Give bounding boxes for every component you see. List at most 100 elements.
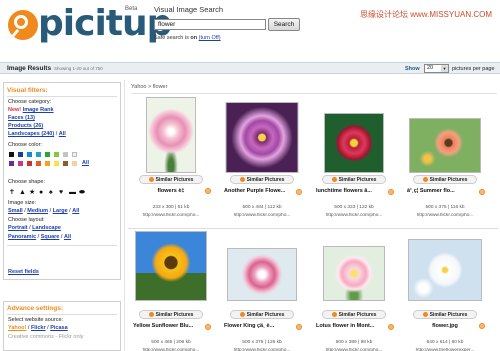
similar-pictures-button[interactable]: Similar Pictures [322,310,386,319]
advanced-settings-panel: Advance settings: Select website source:… [3,301,121,351]
heart-icon[interactable] [479,189,485,195]
category-image-rank[interactable]: Image Rank [23,107,54,113]
watermark-text: 思缘设计论坛 www.MISSYUAN.COM [360,10,493,19]
result-caption[interactable]: lunchtime flowers â... [316,188,382,194]
source-picasa[interactable]: Picasa [50,325,67,331]
color-swatch[interactable] [54,161,59,166]
result-thumbnail[interactable] [135,231,207,301]
result-source-url[interactable]: http://www.flickr.com/pho... [311,213,397,218]
size-small[interactable]: Small [8,208,23,214]
result-caption[interactable]: flower.jpg [402,323,488,329]
creative-commons-option[interactable]: Creative commons - Flickr only [8,334,84,340]
similar-label: Similar Pictures [155,177,194,183]
color-swatch[interactable] [63,152,68,157]
color-swatch[interactable] [63,161,68,166]
result-caption[interactable]: flowers è‡ [128,188,214,194]
shape-option-icon[interactable]: ▲ [19,189,26,196]
size-all[interactable]: All [72,208,79,214]
result-thumbnail[interactable] [146,97,196,173]
similar-icon [148,312,154,317]
result-source-url[interactable]: http://www.flickr.com/pho... [402,213,488,218]
shape-option-icon[interactable]: ♥ [59,189,63,196]
safe-search-toggle[interactable]: (turn Off) [199,35,221,41]
color-swatch[interactable] [18,161,23,166]
result-source-url[interactable]: http://www.flickr.com/pho... [128,213,214,218]
shape-option-icon[interactable]: ● [39,189,43,196]
result-source-url[interactable]: http://www.flickr.com/pho... [219,213,305,218]
layout-panoramic[interactable]: Panoramic [8,234,36,240]
color-all[interactable]: All [82,160,89,166]
results-count: Showing 1-20 out of 750 [54,66,103,71]
size-medium[interactable]: Medium [27,208,48,214]
color-swatch[interactable] [36,161,41,166]
result-card: Similar Pictures flower.jpg 640 x 614 | 60… [402,230,488,351]
result-caption[interactable]: å¹¸ç¦ Summer flo... [407,188,473,194]
layout-portrait[interactable]: Portrait [8,225,28,231]
source-yahoo[interactable]: Yahoo! [8,325,26,331]
similar-pictures-button[interactable]: Similar Pictures [322,175,386,184]
shape-option-icon[interactable]: ★ [29,189,35,196]
shape-option-icon[interactable]: ▬ [69,189,76,196]
result-caption[interactable]: Flower King çä¸ è... [224,323,290,329]
heart-icon[interactable] [388,324,394,330]
layout-all[interactable]: All [64,234,71,240]
result-caption[interactable]: Lotus flower in Mont... [316,323,382,329]
heart-icon[interactable] [205,324,211,330]
similar-pictures-button[interactable]: Similar Pictures [139,175,203,184]
result-meta: 500 x 484 | 112 kb [242,205,282,210]
layout-square[interactable]: Square [41,234,60,240]
result-meta: 500 x 389 | 98 kb [335,340,373,345]
category-all[interactable]: All [59,131,66,137]
color-swatch[interactable] [9,161,14,166]
source-flickr[interactable]: Flickr [31,325,46,331]
reset-fields-link[interactable]: Reset fields [8,269,39,275]
filters-title: Visual filters: [7,87,48,94]
result-caption[interactable]: Another Purple Flowe... [224,188,290,194]
similar-pictures-button[interactable]: Similar Pictures [139,310,203,319]
result-thumbnail[interactable] [323,246,385,301]
shape-option-icon[interactable]: ✝ [9,189,15,196]
shape-option-icon[interactable]: ♠ [49,189,53,196]
category-products[interactable]: Products (26) [8,123,43,129]
similar-pictures-button[interactable]: Similar Pictures [413,175,477,184]
logo-magnifier-icon[interactable] [8,10,38,40]
search-input[interactable]: flower [154,19,266,30]
result-thumbnail[interactable] [324,113,384,173]
result-thumbnail[interactable] [409,118,481,173]
similar-pictures-button[interactable]: Similar Pictures [413,310,477,319]
category-faces[interactable]: Faces (13) [8,115,35,121]
category-landscapes[interactable]: Landscapes (240) [8,131,54,137]
heart-icon[interactable] [296,324,302,330]
search-label: Visual Image Search [154,5,224,14]
result-thumbnail[interactable] [408,239,482,301]
heart-icon[interactable] [479,323,485,329]
heart-icon[interactable] [388,189,394,195]
shape-label: Choose shape: [8,179,45,185]
color-swatch[interactable] [27,152,32,157]
color-swatch[interactable] [72,152,77,157]
color-swatch[interactable] [45,152,50,157]
heart-icon[interactable] [205,188,211,194]
per-page-select[interactable]: 20 ▼ [424,64,449,73]
similar-label: Similar Pictures [429,177,468,183]
similar-pictures-button[interactable]: Similar Pictures [230,310,294,319]
heart-icon[interactable] [296,189,302,195]
result-caption[interactable]: Yellow Sunflower Blu... [133,323,199,329]
color-swatch[interactable] [9,152,14,157]
search-button[interactable]: Search [268,18,300,31]
logo-text[interactable]: picitup [38,4,172,44]
color-swatch[interactable] [36,152,41,157]
color-swatch[interactable] [18,152,23,157]
chevron-down-icon[interactable]: ▼ [441,65,448,72]
similar-label: Similar Pictures [246,177,285,183]
shape-option-icon[interactable]: ⬬ [79,189,85,196]
layout-landscape[interactable]: Landscape [32,225,61,231]
size-large[interactable]: Large [53,208,68,214]
result-thumbnail[interactable] [227,248,297,301]
color-swatch[interactable] [54,152,59,157]
similar-pictures-button[interactable]: Similar Pictures [230,175,294,184]
color-swatch[interactable] [45,161,50,166]
color-swatch[interactable] [72,161,77,166]
result-thumbnail[interactable] [225,102,299,173]
color-swatch[interactable] [27,161,32,166]
